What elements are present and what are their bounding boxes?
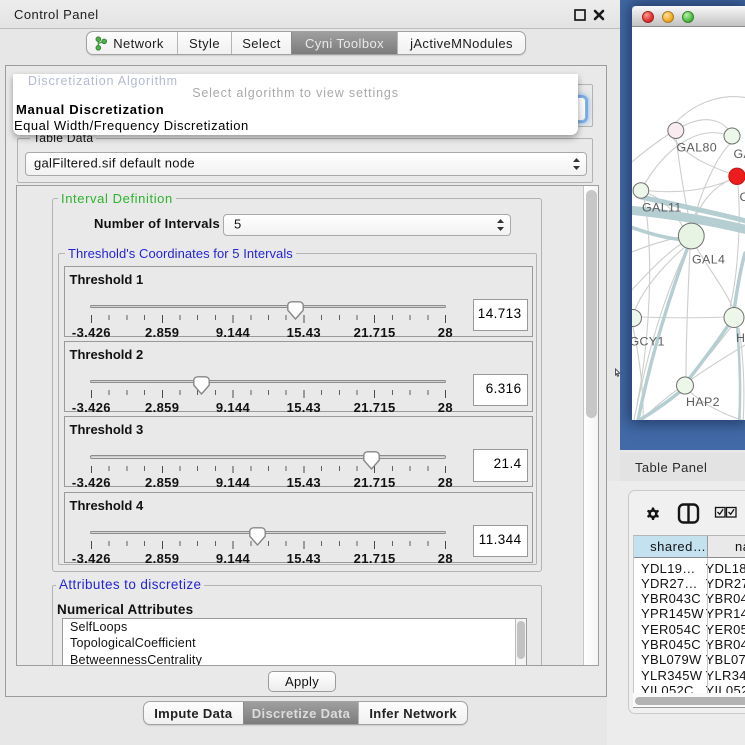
svg-text:GAL11: GAL11 bbox=[642, 201, 682, 215]
svg-text:C: C bbox=[740, 190, 745, 204]
svg-text:GCY1: GCY1 bbox=[632, 335, 665, 349]
svg-text:GA: GA bbox=[734, 147, 745, 161]
svg-text:GAL80: GAL80 bbox=[677, 141, 718, 155]
svg-text:H: H bbox=[736, 331, 745, 345]
svg-text:GAL4: GAL4 bbox=[692, 253, 725, 267]
svg-text:HAP2: HAP2 bbox=[686, 395, 720, 409]
